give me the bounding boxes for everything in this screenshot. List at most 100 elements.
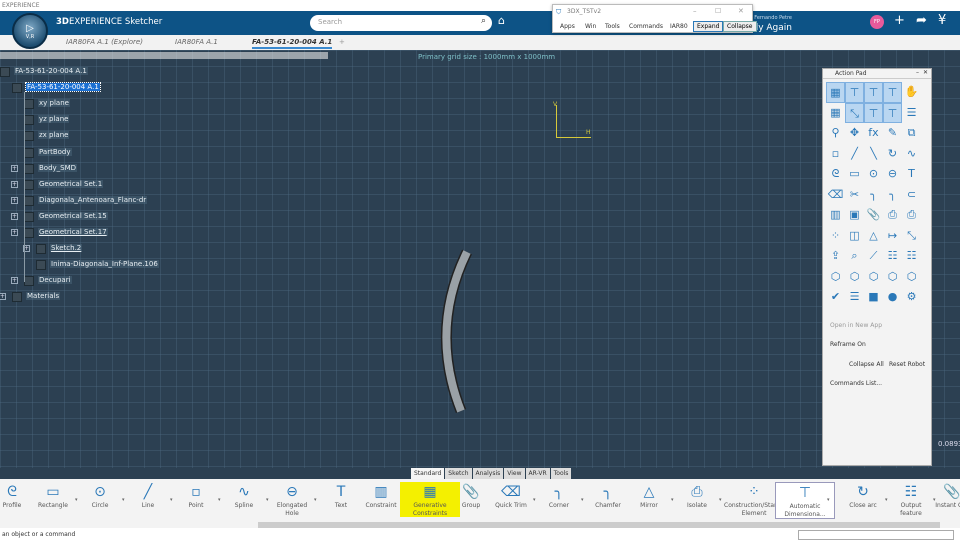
action-pad-tool-icon[interactable]: ⎙ bbox=[902, 205, 921, 226]
action-pad-tool-icon[interactable]: ╱ bbox=[845, 144, 864, 165]
section-tab-ar-vr[interactable]: AR-VR bbox=[525, 468, 550, 479]
action-pad-tool-icon[interactable]: ⊖ bbox=[883, 164, 902, 185]
action-pad-tool-icon[interactable]: ⚙ bbox=[902, 287, 921, 308]
action-pad-tool-icon[interactable]: ◫ bbox=[845, 226, 864, 247]
dropdown-arrow-icon[interactable]: ▾ bbox=[266, 497, 269, 503]
action-pad-tool-icon[interactable]: ⤡ bbox=[845, 102, 864, 123]
menu-iar80[interactable]: IAR80 bbox=[670, 23, 688, 30]
dropdown-arrow-icon[interactable]: ▾ bbox=[170, 497, 173, 503]
tool-line[interactable]: ╱ Line bbox=[128, 482, 168, 510]
tool-automatic-dimensiona-[interactable]: ⊤ Automatic Dimensiona... bbox=[775, 482, 835, 519]
add-icon[interactable]: + bbox=[894, 13, 905, 28]
action-pad-tool-icon[interactable]: ⚲ bbox=[826, 123, 845, 144]
dropdown-arrow-icon[interactable]: ▾ bbox=[533, 497, 536, 503]
maximize-icon[interactable]: ☐ bbox=[715, 7, 721, 15]
action-pad-tool-icon[interactable]: ▦ bbox=[826, 103, 845, 124]
compass-widget[interactable]: ▷ V,R bbox=[12, 13, 48, 49]
tool-constraint[interactable]: ▥ Constraint bbox=[361, 482, 401, 510]
tree-node[interactable]: FA-53-61-20-004 A.1 bbox=[25, 82, 101, 93]
tool-group[interactable]: 📎 Group bbox=[451, 482, 491, 510]
tool-point[interactable]: ▫ Point bbox=[176, 482, 216, 510]
tree-node[interactable]: Diagonala_Antenoara_Flanc-dr bbox=[38, 195, 148, 204]
tree-node[interactable]: Sketch.2 bbox=[50, 244, 83, 253]
tree-node[interactable]: Body_SMD bbox=[38, 163, 78, 172]
section-tab-view[interactable]: View bbox=[504, 468, 525, 479]
tool-instant-gro[interactable]: 📎 Instant Gro bbox=[932, 482, 960, 510]
action-pad-tool-icon[interactable]: ⁘ bbox=[826, 226, 845, 247]
section-tab-tools[interactable]: Tools bbox=[550, 468, 572, 479]
action-pad-tool-icon[interactable]: T bbox=[902, 164, 921, 185]
action-pad-tool-icon[interactable]: ▦ bbox=[826, 82, 845, 103]
action-pad-tool-icon[interactable]: △ bbox=[864, 226, 883, 247]
tool-profile[interactable]: ᘓ Profile bbox=[0, 482, 32, 510]
action-pad-tool-icon[interactable]: ⊤ bbox=[864, 102, 883, 123]
tree-node[interactable]: Geometrical Set.1 bbox=[38, 179, 104, 188]
action-pad-tool-icon[interactable]: ✔ bbox=[826, 287, 845, 308]
command-input[interactable] bbox=[798, 530, 954, 540]
section-tab-sketch[interactable]: Sketch bbox=[445, 468, 472, 479]
sketch-arc[interactable] bbox=[425, 245, 475, 420]
action-pad-tool-icon[interactable]: ⟋ bbox=[864, 246, 883, 267]
action-pad-tool-icon[interactable]: ▥ bbox=[826, 205, 845, 226]
tree-scrollbar[interactable] bbox=[0, 52, 328, 59]
tree-node[interactable]: Geometrical Set.17 bbox=[38, 228, 108, 236]
close-icon[interactable]: ✕ bbox=[738, 7, 744, 15]
tree-node[interactable]: Decupari bbox=[38, 276, 72, 285]
tool-corner[interactable]: ╮ Corner bbox=[539, 482, 579, 510]
action-pad-tool-icon[interactable]: ✋ bbox=[902, 82, 921, 103]
search-input[interactable]: Search ⌕ bbox=[310, 15, 492, 31]
dropdown-arrow-icon[interactable]: ▾ bbox=[581, 497, 584, 503]
action-pad-tool-icon[interactable]: ⤡ bbox=[902, 226, 921, 247]
collapse-button[interactable]: Collapse bbox=[723, 21, 757, 32]
tool-spline[interactable]: ∿ Spline bbox=[224, 482, 264, 510]
dropdown-arrow-icon[interactable]: ▾ bbox=[671, 497, 674, 503]
action-pad-tool-icon[interactable]: fx bbox=[864, 123, 883, 144]
tool-elongated-hole[interactable]: ⊖ Elongated Hole bbox=[272, 482, 312, 517]
action-pad-tool-icon[interactable]: ⬡ bbox=[864, 267, 883, 288]
tool-rectangle[interactable]: ▭ Rectangle bbox=[33, 482, 73, 510]
expand-toggle[interactable]: + bbox=[11, 229, 18, 236]
action-pad-tool-icon[interactable]: ☷ bbox=[883, 246, 902, 267]
action-pad-tool-icon[interactable]: ╲ bbox=[864, 144, 883, 165]
compass-app-icon[interactable]: ¥ bbox=[938, 13, 946, 28]
tool-isolate[interactable]: ⎙ Isolate bbox=[677, 482, 717, 510]
tool-mirror[interactable]: △ Mirror bbox=[629, 482, 669, 510]
action-pad-tool-icon[interactable]: ⎙ bbox=[883, 205, 902, 226]
tool-output-feature[interactable]: ☷ Output feature bbox=[891, 482, 931, 517]
reframe-on[interactable]: Reframe On bbox=[830, 341, 866, 348]
tree-node[interactable]: Materials bbox=[26, 292, 61, 301]
action-pad-tool-icon[interactable]: ⬡ bbox=[845, 267, 864, 288]
action-pad-tool-icon[interactable]: ⊤ bbox=[845, 82, 864, 103]
tree-node[interactable]: PartBody bbox=[38, 147, 72, 156]
tool-circle[interactable]: ⊙ Circle bbox=[80, 482, 120, 510]
action-pad-tool-icon[interactable]: ✥ bbox=[845, 123, 864, 144]
action-pad-tool-icon[interactable]: 📎 bbox=[864, 205, 883, 226]
action-pad-tool-icon[interactable]: ⊙ bbox=[864, 164, 883, 185]
menu-tools[interactable]: Tools bbox=[605, 23, 620, 30]
menu-commands[interactable]: Commands bbox=[629, 23, 663, 30]
close-icon[interactable]: ✕ bbox=[923, 69, 928, 76]
action-pad-tool-icon[interactable]: ⊤ bbox=[883, 82, 902, 103]
menu-win[interactable]: Win bbox=[585, 23, 596, 30]
tab-fa-53[interactable]: FA-53-61-20-004 A.1 bbox=[252, 38, 333, 49]
tool-text[interactable]: T Text bbox=[321, 482, 361, 510]
dropdown-arrow-icon[interactable]: ▾ bbox=[75, 497, 78, 503]
action-pad-tool-icon[interactable]: ⌫ bbox=[826, 185, 845, 206]
tool-quick-trim[interactable]: ⌫ Quick Trim bbox=[491, 482, 531, 510]
section-tab-analysis[interactable]: Analysis bbox=[472, 468, 504, 479]
action-pad-tool-icon[interactable]: ⬡ bbox=[826, 267, 845, 288]
expand-toggle[interactable]: + bbox=[11, 164, 18, 172]
expand-toggle[interactable]: + bbox=[11, 196, 18, 204]
action-pad-tool-icon[interactable]: ∿ bbox=[902, 144, 921, 165]
share-icon[interactable]: ➦ bbox=[916, 13, 927, 28]
reset-robot-button[interactable]: Reset Robot bbox=[889, 361, 925, 368]
minimize-icon[interactable]: – bbox=[916, 69, 919, 76]
tree-node[interactable]: xy plane bbox=[38, 99, 70, 108]
action-pad-tool-icon[interactable]: ✂ bbox=[845, 185, 864, 206]
search-icon[interactable]: ⌕ bbox=[481, 16, 486, 26]
action-pad-tool-icon[interactable]: ▭ bbox=[845, 164, 864, 185]
action-pad-tool-icon[interactable]: ⊂ bbox=[902, 185, 921, 206]
tree-node[interactable]: zx plane bbox=[38, 131, 70, 140]
action-pad-tool-icon[interactable]: ⊤ bbox=[883, 102, 902, 123]
expand-toggle[interactable]: + bbox=[11, 212, 18, 220]
